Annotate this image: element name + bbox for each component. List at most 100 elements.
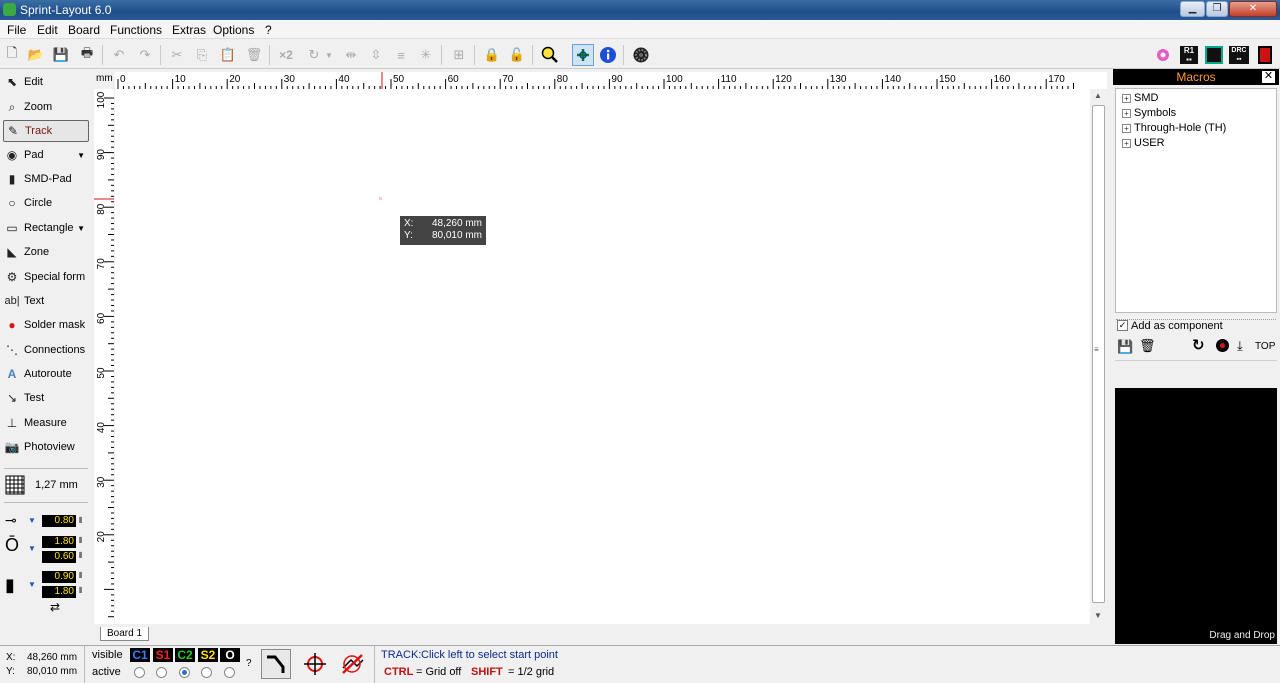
expand-icon[interactable]: + <box>1122 108 1131 118</box>
scroll-up-icon[interactable]: ▲ <box>1094 91 1102 100</box>
vertical-scrollbar[interactable]: ▲ ≡ ▼ <box>1090 89 1107 624</box>
track-width-handle[interactable]: ⦀ <box>79 516 83 526</box>
new-file-icon[interactable]: 🗋 <box>1 44 23 66</box>
cut-icon[interactable]: ✂ <box>166 44 188 66</box>
menu-functions[interactable]: Functions <box>110 23 162 37</box>
pad-size-dropdown-icon[interactable]: ▼ <box>28 544 36 553</box>
rubberband-off-button[interactable] <box>338 649 368 679</box>
tool-photoview[interactable]: 📷 Photoview <box>3 436 89 458</box>
group-icon[interactable]: ⊞ <box>448 44 470 66</box>
pad-inner-handle[interactable]: ⦀ <box>79 551 83 561</box>
active-layer-o-radio[interactable] <box>224 667 235 678</box>
smd-width-value[interactable]: 0.90 <box>42 571 76 583</box>
layer-s1-toggle[interactable]: S1 <box>153 648 173 662</box>
duplicate-button[interactable]: ×2 <box>275 44 297 66</box>
drc-icon[interactable]: DRC ▪▪ <box>1228 44 1250 66</box>
layer-help-icon[interactable]: ? <box>246 658 252 669</box>
expand-icon[interactable]: + <box>1122 123 1131 133</box>
copy-icon[interactable]: ⎘ <box>191 44 213 66</box>
tool-circle[interactable]: ○ Circle <box>3 192 89 214</box>
component-gear-icon[interactable] <box>630 44 652 66</box>
tool-edit[interactable]: ⬉ Edit <box>3 71 89 93</box>
menu-extras[interactable]: Extras <box>172 23 206 37</box>
tree-item-user[interactable]: + USER <box>1122 137 1165 149</box>
delete-icon[interactable]: 🗑 <box>243 44 265 66</box>
board-canvas[interactable] <box>115 89 1090 624</box>
menu-help[interactable]: ? <box>265 23 272 37</box>
maximize-button[interactable]: ❐ <box>1206 1 1228 17</box>
macro-save-icon[interactable]: 💾 <box>1117 339 1133 355</box>
tool-solder-mask[interactable]: ● Solder mask <box>3 314 89 336</box>
tool-zone[interactable]: ◣ Zone <box>3 241 89 263</box>
rotate-icon[interactable]: ↻ <box>303 44 325 66</box>
tab-board-1[interactable]: Board 1 <box>100 627 150 641</box>
tool-rectangle[interactable]: ▭ Rectangle ▼ <box>3 217 89 239</box>
lock-icon[interactable]: 🔒 <box>481 44 503 66</box>
pad-inner-value[interactable]: 0.60 <box>42 551 76 563</box>
align-icon[interactable]: ≡ <box>390 44 412 66</box>
macro-preview[interactable] <box>1115 388 1277 644</box>
tree-item-through-hole[interactable]: + Through-Hole (TH) <box>1122 122 1226 134</box>
active-layer-s2-radio[interactable] <box>201 667 212 678</box>
mirror-vertical-icon[interactable]: ⇳ <box>365 44 387 66</box>
scroll-thumb[interactable] <box>1092 105 1105 603</box>
active-layer-s1-radio[interactable] <box>156 667 167 678</box>
r1-rule-icon[interactable]: R1 ▪▪ <box>1178 44 1200 66</box>
tool-special-form[interactable]: ⚙ Special form <box>3 266 89 288</box>
swap-icon[interactable]: ⇄ <box>50 600 60 614</box>
menu-options[interactable]: Options <box>213 23 254 37</box>
track-width-value[interactable]: 0.80 <box>42 515 76 527</box>
pad-outer-handle[interactable]: ⦀ <box>79 536 83 546</box>
macro-layer-icon[interactable]: ⤓ <box>1237 338 1243 354</box>
macro-delete-icon[interactable]: 🗑 <box>1139 338 1156 354</box>
active-layer-c1-radio[interactable] <box>134 667 145 678</box>
mirror-horizontal-icon[interactable]: ⇹ <box>340 44 362 66</box>
rotate-dropdown-icon[interactable]: ▼ <box>323 44 335 66</box>
smd-size-dropdown-icon[interactable]: ▼ <box>28 580 36 589</box>
pad-dropdown-icon[interactable]: ▼ <box>77 151 85 160</box>
expand-icon[interactable]: + <box>1122 138 1131 148</box>
macro-rotate-icon[interactable]: ↻ <box>1192 336 1205 354</box>
print-icon[interactable]: 🖶 <box>76 44 98 66</box>
undo-icon[interactable]: ↶ <box>108 44 130 66</box>
snap-icon[interactable]: ✳ <box>415 44 437 66</box>
track-width-dropdown-icon[interactable]: ▼ <box>28 516 36 525</box>
pad-outer-value[interactable]: 1.80 <box>42 536 76 548</box>
redo-icon[interactable]: ↷ <box>134 44 156 66</box>
tool-pad[interactable]: ◉ Pad ▼ <box>3 144 89 166</box>
zoom-magnifier-icon[interactable] <box>539 44 561 66</box>
tool-text[interactable]: ab| Text <box>3 290 89 312</box>
open-folder-icon[interactable]: 📂 <box>25 44 47 66</box>
tree-item-symbols[interactable]: + Symbols <box>1122 107 1176 119</box>
crosshair-button[interactable] <box>300 649 330 679</box>
track-mode-button[interactable] <box>261 649 291 679</box>
tree-item-smd[interactable]: + SMD <box>1122 92 1158 104</box>
tool-smd-pad[interactable]: ▮ SMD-Pad <box>3 168 89 190</box>
expand-icon[interactable]: + <box>1122 93 1131 103</box>
active-layer-c2-radio[interactable] <box>179 667 190 678</box>
close-button[interactable]: ✕ <box>1229 1 1277 17</box>
smd-width-handle[interactable]: ⦀ <box>79 571 83 581</box>
macros-close-icon[interactable]: ✕ <box>1262 71 1275 83</box>
macro-layer-label[interactable]: TOP <box>1255 341 1275 352</box>
tool-measure[interactable]: ⊥ Measure <box>3 412 89 434</box>
smd-height-value[interactable]: 1.80 <box>42 586 76 598</box>
smd-height-handle[interactable]: ⦀ <box>79 586 83 596</box>
info-icon[interactable] <box>597 44 619 66</box>
pad-ring-icon[interactable] <box>1152 44 1174 66</box>
menu-board[interactable]: Board <box>68 23 100 37</box>
tool-test[interactable]: ↘ Test <box>3 387 89 409</box>
menu-file[interactable]: File <box>7 23 26 37</box>
macro-red-icon[interactable] <box>1254 44 1276 66</box>
save-icon[interactable]: 💾 <box>50 44 72 66</box>
grid-icon[interactable] <box>5 475 25 495</box>
board-check-icon[interactable] <box>1203 44 1225 66</box>
scroll-down-icon[interactable]: ▼ <box>1094 611 1102 620</box>
add-as-component-checkbox[interactable]: ✓ <box>1117 320 1128 331</box>
snap-grid-icon[interactable] <box>572 44 594 66</box>
paste-icon[interactable]: 📋 <box>217 44 239 66</box>
grid-value[interactable]: 1,27 mm <box>35 479 78 491</box>
layer-s2-toggle[interactable]: S2 <box>198 648 218 662</box>
layer-c2-toggle[interactable]: C2 <box>175 648 195 662</box>
macro-pad-icon[interactable] <box>1216 339 1229 352</box>
